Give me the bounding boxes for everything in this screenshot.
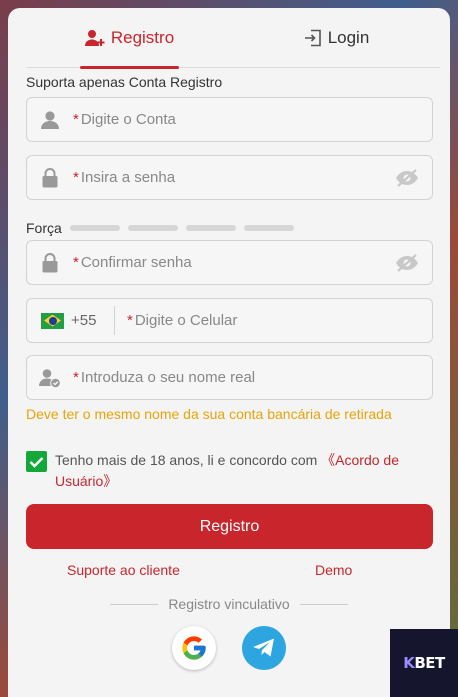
phone-input[interactable]: * Digite o Celular <box>115 312 432 329</box>
lock-icon <box>27 252 73 273</box>
eye-off-icon[interactable] <box>382 168 432 188</box>
check-icon <box>29 456 44 468</box>
auth-tabs: Registro Login <box>26 8 440 69</box>
kbet-logo: K BET <box>390 629 458 697</box>
tab-registro-label: Registro <box>110 28 175 47</box>
country-code-select[interactable]: +55 <box>27 306 115 335</box>
confirm-password-input[interactable]: * Confirmar senha <box>73 254 382 271</box>
strength-bar <box>185 225 236 231</box>
google-icon <box>182 636 206 660</box>
phone-field[interactable]: +55 * Digite o Celular <box>26 298 433 343</box>
brazil-flag-icon <box>41 312 64 329</box>
strength-bar <box>69 225 120 231</box>
telegram-icon <box>253 638 274 657</box>
real-name-field[interactable]: * Introduza o seu nome real <box>26 355 433 400</box>
tab-login[interactable]: Login <box>233 8 440 68</box>
telegram-login-button[interactable] <box>242 626 286 670</box>
strength-bar <box>127 225 178 231</box>
register-modal: Registro Login Suporta apenas Conta Regi… <box>8 8 450 697</box>
account-type-hint: Suporta apenas Conta Registro <box>26 74 223 90</box>
real-name-input[interactable]: * Introduza o seu nome real <box>73 369 432 386</box>
strength-bar <box>243 225 294 231</box>
door-enter-icon <box>304 29 322 47</box>
account-input[interactable]: * Digite o Conta <box>73 111 432 128</box>
agree-text: Tenho mais de 18 anos, li e concordo com <box>55 452 322 468</box>
user-plus-icon <box>84 29 105 47</box>
agree-checkbox[interactable] <box>26 451 47 472</box>
support-link[interactable]: Suporte ao cliente <box>67 562 180 578</box>
demo-link[interactable]: Demo <box>315 562 352 578</box>
tab-login-label: Login <box>327 28 370 47</box>
password-field[interactable]: * Insira a senha <box>26 155 433 200</box>
social-divider: Registro vinculativo <box>110 596 349 612</box>
account-field[interactable]: * Digite o Conta <box>26 97 433 142</box>
age-agreement: Tenho mais de 18 anos, li e concordo com… <box>26 450 426 492</box>
lock-icon <box>27 167 73 188</box>
name-warning: Deve ter o mesmo nome da sua conta bancá… <box>26 406 392 422</box>
eye-off-icon[interactable] <box>382 253 432 273</box>
google-login-button[interactable] <box>172 626 216 670</box>
password-input[interactable]: * Insira a senha <box>73 169 382 186</box>
confirm-password-field[interactable]: * Confirmar senha <box>26 240 433 285</box>
register-button[interactable]: Registro <box>26 504 433 549</box>
tab-registro[interactable]: Registro <box>26 8 233 69</box>
country-code: +55 <box>71 312 97 329</box>
password-strength: Força <box>26 220 294 236</box>
user-icon <box>27 110 73 130</box>
strength-label: Força <box>26 220 62 236</box>
social-divider-label: Registro vinculativo <box>168 596 290 612</box>
user-check-icon <box>27 368 73 388</box>
